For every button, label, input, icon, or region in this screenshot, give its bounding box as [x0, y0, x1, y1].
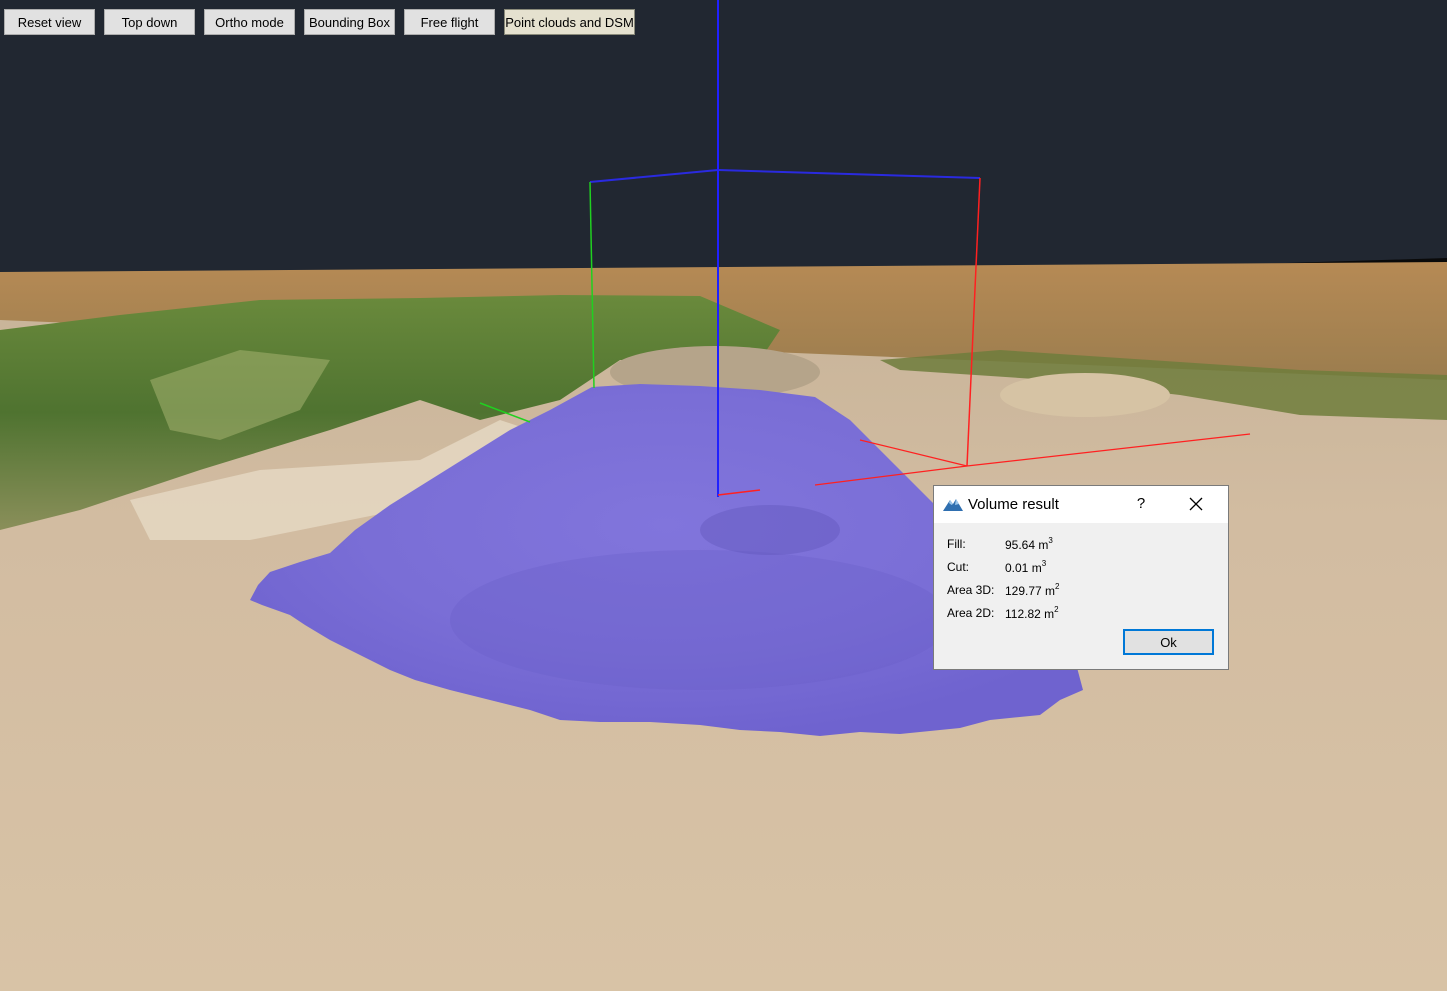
area-3d-label: Area 3D:: [947, 583, 995, 597]
area-2d-value: 112.82 m2: [1005, 605, 1059, 621]
mountain-logo-icon: [943, 499, 963, 511]
dialog-body: Fill: 95.64 m3 Cut: 0.01 m3 Area 3D: 129…: [934, 523, 1228, 669]
close-icon[interactable]: [1186, 494, 1206, 514]
ortho-mode-button[interactable]: Ortho mode: [204, 9, 295, 35]
sky: [0, 0, 1447, 280]
top-down-button[interactable]: Top down: [104, 9, 195, 35]
scene-canvas[interactable]: [0, 0, 1447, 991]
point-clouds-dsm-button[interactable]: Point clouds and DSM: [504, 9, 635, 35]
volume-result-dialog: Volume result ? Fill: 95.64 m3 Cut: 0.01…: [933, 485, 1229, 670]
fill-label: Fill:: [947, 537, 966, 551]
free-flight-button[interactable]: Free flight: [404, 9, 495, 35]
cut-value: 0.01 m3: [1005, 559, 1047, 575]
sand-hill-right: [1000, 373, 1170, 417]
fill-value: 95.64 m3: [1005, 536, 1053, 552]
mound-shade: [450, 550, 950, 690]
reset-view-button[interactable]: Reset view: [4, 9, 95, 35]
cut-label: Cut:: [947, 560, 970, 574]
3d-viewport[interactable]: Reset view Top down Ortho mode Bounding …: [0, 0, 1447, 991]
dialog-titlebar[interactable]: Volume result ?: [934, 486, 1228, 523]
dialog-title: Volume result: [968, 496, 1059, 513]
bounding-box-button[interactable]: Bounding Box: [304, 9, 395, 35]
area-2d-label: Area 2D:: [947, 606, 995, 620]
area-3d-value: 129.77 m2: [1005, 582, 1060, 598]
ok-button[interactable]: Ok: [1123, 629, 1214, 655]
mound-dark-patch: [700, 505, 840, 555]
help-button[interactable]: ?: [1130, 492, 1152, 516]
